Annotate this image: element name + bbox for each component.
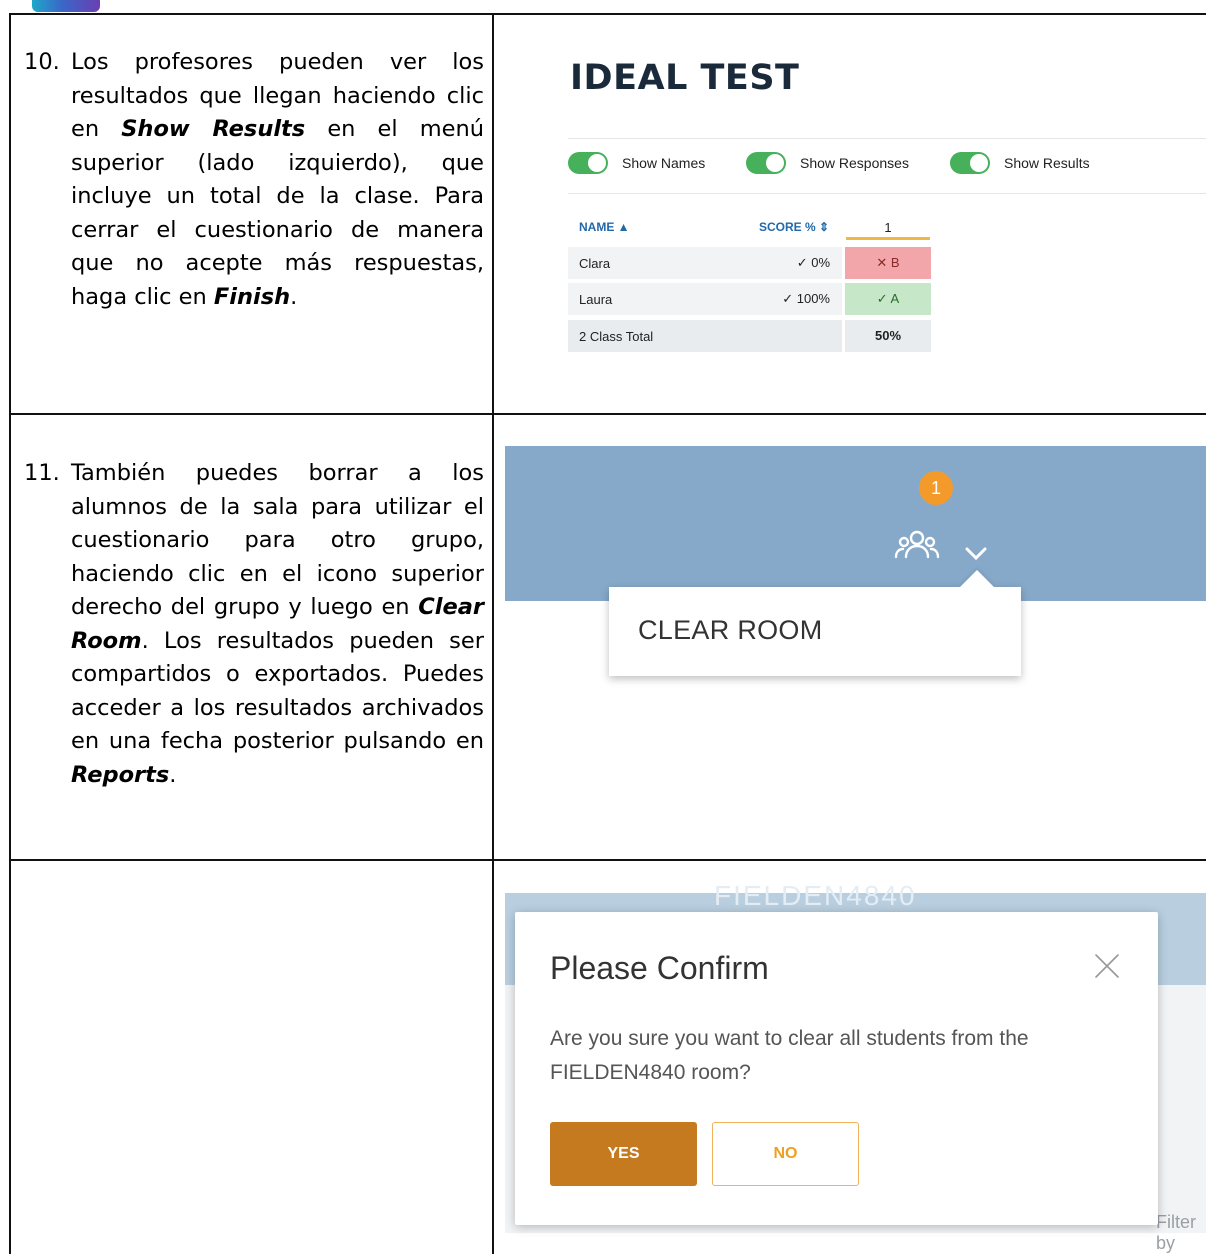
class-total-row: 2 Class Total: [568, 320, 842, 352]
chevron-down-icon[interactable]: [963, 543, 989, 563]
divider: [568, 193, 1206, 194]
instruction-step-11: 11. También puedes borrar a los alumnos …: [24, 457, 484, 792]
divider: [568, 138, 1206, 139]
toggle-switch[interactable]: [568, 152, 608, 174]
table-border-top: [9, 13, 1206, 15]
no-button[interactable]: NO: [712, 1122, 859, 1186]
instruction-step-10: 10. Los profesores pueden ver los result…: [24, 46, 484, 314]
step-text: También puedes borrar a los alumnos de l…: [71, 460, 484, 788]
group-icon[interactable]: [893, 525, 941, 565]
ideal-test-screenshot: IDEAL TEST Show Names Show Responses Sho…: [554, 48, 1206, 368]
yes-button[interactable]: YES: [550, 1122, 697, 1186]
class-total-label: 2 Class Total: [579, 329, 654, 344]
background-filter-label: Filter by: [1156, 1212, 1196, 1253]
question-column-header[interactable]: 1: [846, 210, 930, 240]
toggle-show-responses[interactable]: Show Responses: [746, 152, 909, 174]
answer-cell-correct[interactable]: ✓ A: [845, 283, 931, 315]
table-border-left: [9, 13, 11, 1254]
table-border-middle: [492, 13, 494, 1254]
table-border-row2: [9, 859, 1206, 861]
dialog-message: Are you sure you want to clear all stude…: [550, 1027, 1029, 1084]
step-text: Los profesores pueden ver los resultados…: [71, 49, 485, 310]
dialog-title: Please Confirm: [550, 950, 769, 986]
toggle-switch[interactable]: [746, 152, 786, 174]
close-icon[interactable]: [1093, 952, 1121, 980]
student-name: Clara: [579, 256, 611, 271]
table-row[interactable]: Clara ✓ 0%: [568, 247, 842, 279]
table-border-row1: [9, 413, 1206, 415]
student-name: Laura: [579, 292, 613, 307]
toggle-show-names[interactable]: Show Names: [568, 152, 705, 174]
student-score: ✓ 100%: [782, 291, 830, 306]
clear-room-menu-item[interactable]: CLEAR ROOM: [638, 615, 823, 646]
answer-cell-wrong[interactable]: ✕ B: [845, 247, 931, 279]
step-number: 10.: [24, 49, 60, 75]
step-number: 11.: [24, 460, 60, 486]
toggle-show-results[interactable]: Show Results: [950, 152, 1090, 174]
class-total-value: 50%: [845, 320, 931, 352]
student-score: ✓ 0%: [796, 255, 830, 270]
room-dropdown-menu: CLEAR ROOM: [609, 587, 1021, 676]
quiz-title: IDEAL TEST: [570, 58, 800, 98]
toggle-switch[interactable]: [950, 152, 990, 174]
confirm-dialog: Please Confirm Are you sure you want to …: [515, 912, 1158, 1225]
student-count-badge: 1: [919, 471, 953, 505]
room-header-bar: [505, 446, 1206, 601]
table-row[interactable]: Laura ✓ 100%: [568, 283, 842, 315]
background-room-title: FIELDEN4840: [714, 880, 917, 911]
score-column-header[interactable]: SCORE % ⇕: [759, 220, 829, 234]
name-column-header[interactable]: NAME ▲: [579, 220, 630, 234]
logo-fragment: [32, 0, 100, 12]
